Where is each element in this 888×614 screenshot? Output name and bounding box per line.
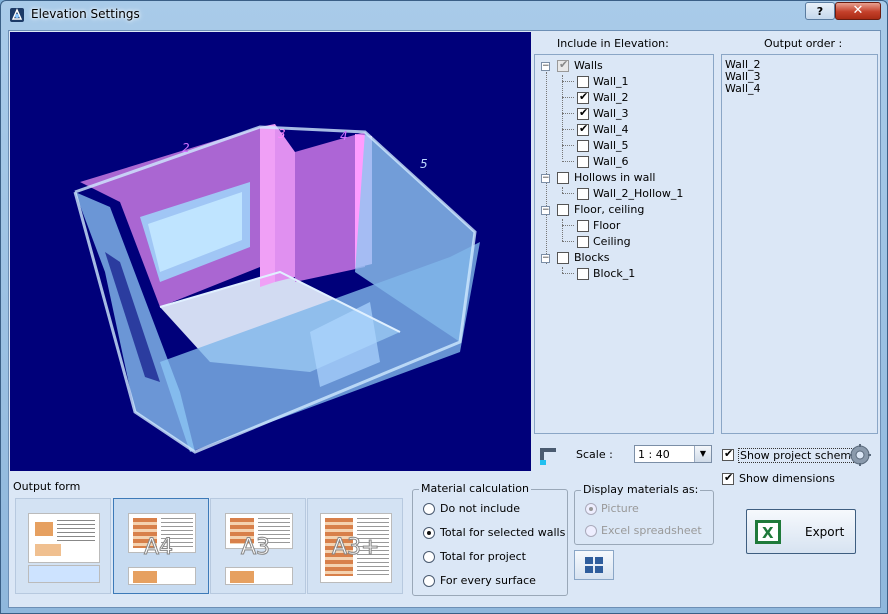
- show-dimensions-checkbox[interactable]: [722, 471, 734, 485]
- wall-6-checkbox[interactable]: [577, 156, 589, 168]
- show-dimensions-label: Show dimensions: [739, 472, 835, 485]
- help-button[interactable]: ?: [805, 2, 835, 20]
- app-icon: [10, 8, 24, 22]
- wall-1-checkbox[interactable]: [577, 76, 589, 88]
- excel-icon: X: [755, 520, 781, 544]
- output-form-scheme[interactable]: [15, 498, 111, 594]
- show-scheme-checkbox[interactable]: [722, 447, 734, 461]
- gear-icon[interactable]: [849, 444, 871, 466]
- scale-ruler-icon: [540, 448, 556, 465]
- wall-4-checkbox[interactable]: [577, 122, 589, 136]
- collapse-icon[interactable]: −: [541, 206, 550, 215]
- grid-icon: [585, 557, 603, 573]
- wall-number-4: 4: [340, 129, 348, 143]
- output-form-label: Output form: [13, 480, 81, 493]
- ceiling-checkbox[interactable]: [577, 236, 589, 248]
- close-button[interactable]: ✕: [835, 2, 881, 20]
- wall-2-checkbox[interactable]: [577, 90, 589, 104]
- floor-checkbox[interactable]: [577, 220, 589, 232]
- output-form-a4[interactable]: A4: [113, 498, 209, 594]
- collapse-icon[interactable]: −: [541, 62, 550, 71]
- display-excel-radio[interactable]: [585, 525, 597, 537]
- dialog-client-area: 2 3 4 5 Include in Elevation: − Walls: [8, 30, 881, 608]
- block-1-checkbox[interactable]: [577, 268, 589, 280]
- show-scheme-label[interactable]: Show project scheme: [738, 448, 860, 463]
- include-label: Include in Elevation:: [557, 37, 669, 50]
- window-title: Elevation Settings: [31, 7, 140, 21]
- material-option-every-surface-radio[interactable]: [423, 575, 435, 587]
- wall-number-2: 2: [182, 141, 190, 155]
- 3d-preview-viewport[interactable]: 2 3 4 5: [10, 32, 531, 471]
- collapse-icon[interactable]: −: [541, 174, 550, 183]
- wall-5-checkbox[interactable]: [577, 140, 589, 152]
- hollows-checkbox[interactable]: [557, 172, 569, 184]
- export-button[interactable]: X Export: [746, 509, 856, 554]
- output-form-a3[interactable]: A3: [210, 498, 306, 594]
- output-form-a3-plus[interactable]: A3+: [307, 498, 403, 594]
- export-label: Export: [805, 525, 845, 539]
- chevron-down-icon[interactable]: ▼: [694, 446, 711, 462]
- format-a4-label: A4: [143, 535, 174, 561]
- order-item[interactable]: Wall_4: [725, 83, 874, 95]
- scale-select[interactable]: 1 : 40 ▼: [634, 445, 712, 463]
- scheme-plan-thumbnail: [28, 565, 100, 583]
- room-3d-model: 2 3 4 5: [73, 124, 480, 454]
- wall-number-5: 5: [420, 157, 428, 171]
- material-option-none-radio[interactable]: [423, 503, 435, 515]
- output-order-list[interactable]: Wall_2 Wall_3 Wall_4: [721, 54, 878, 434]
- blocks-checkbox[interactable]: [557, 252, 569, 264]
- walls-checkbox[interactable]: [557, 58, 569, 72]
- output-order-label: Output order :: [764, 37, 843, 50]
- material-option-project-radio[interactable]: [423, 551, 435, 563]
- elevation-settings-window: Elevation Settings ? ✕ 2 3 4 5 Include i…: [0, 0, 888, 614]
- display-materials-label: Display materials as:: [581, 483, 701, 496]
- wall-number-3: 3: [278, 127, 286, 141]
- material-calculation-label: Material calculation: [419, 482, 531, 495]
- display-materials-group: Display materials as: Picture Excel spre…: [574, 483, 714, 545]
- floor-ceiling-checkbox[interactable]: [557, 204, 569, 216]
- format-a3-plus-label: A3+: [331, 535, 380, 561]
- include-tree[interactable]: − Walls Wall_1 Wall_2 Wall_3: [534, 54, 714, 434]
- material-calculation-group: Material calculation Do not include Tota…: [412, 482, 568, 596]
- wall-3-checkbox[interactable]: [577, 106, 589, 120]
- layout-grid-button[interactable]: [574, 550, 614, 580]
- collapse-icon[interactable]: −: [541, 254, 550, 263]
- hollow-1-checkbox[interactable]: [577, 188, 589, 200]
- material-option-selected-walls-radio[interactable]: [423, 527, 435, 539]
- display-picture-radio[interactable]: [585, 503, 597, 515]
- scale-label: Scale :: [576, 448, 613, 461]
- svg-text:X: X: [762, 524, 774, 542]
- format-a3-label: A3: [240, 535, 271, 561]
- title-bar: Elevation Settings ? ✕: [1, 1, 887, 29]
